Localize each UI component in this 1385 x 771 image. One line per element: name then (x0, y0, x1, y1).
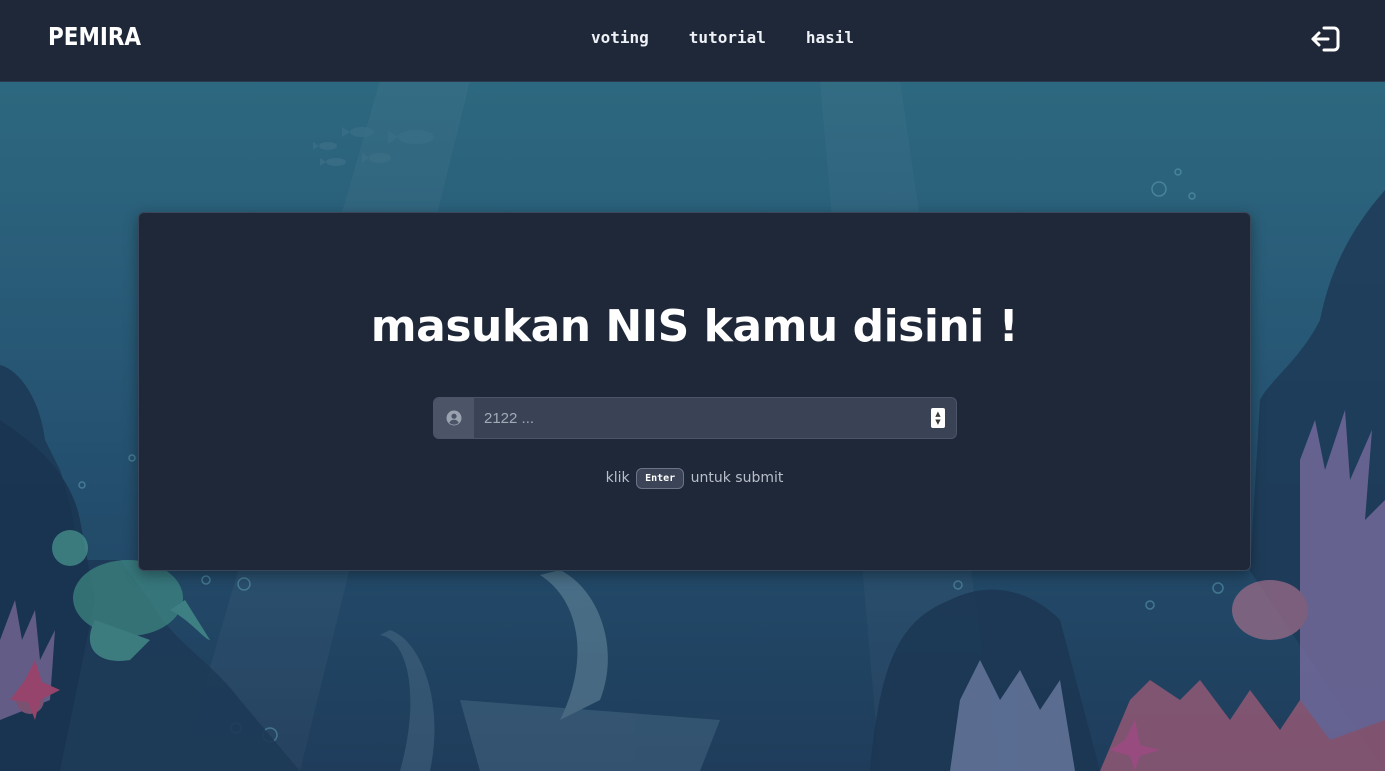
page-title: masukan NIS kamu disini ! (370, 301, 1019, 352)
brand-logo[interactable]: PEMIRA (48, 22, 141, 51)
navbar: PEMIRA voting tutorial hasil (0, 0, 1385, 82)
submit-hint: klik Enter untuk submit (139, 468, 1250, 489)
nav-link-tutorial[interactable]: tutorial (689, 28, 766, 47)
input-addon (434, 398, 474, 438)
logout-button[interactable] (1310, 23, 1342, 55)
nav-link-hasil[interactable]: hasil (806, 28, 854, 47)
hint-text-after: untuk submit (690, 470, 784, 486)
number-stepper[interactable]: ▲ ▼ (931, 408, 945, 428)
hint-text-before: klik (605, 470, 630, 486)
nis-login-card: masukan NIS kamu disini ! ▲ ▼ klik Enter… (138, 212, 1251, 571)
user-circle-icon (446, 410, 462, 426)
stepper-down-icon[interactable]: ▼ (935, 418, 940, 426)
nis-input-group: ▲ ▼ (433, 397, 957, 439)
nav-link-voting[interactable]: voting (591, 28, 649, 47)
nav-links: voting tutorial hasil (591, 28, 894, 47)
sunken-ship (380, 570, 720, 771)
logout-icon (1311, 26, 1340, 52)
nis-input[interactable] (474, 398, 931, 438)
enter-key-badge: Enter (636, 468, 685, 489)
stepper-up-icon[interactable]: ▲ (935, 410, 940, 418)
